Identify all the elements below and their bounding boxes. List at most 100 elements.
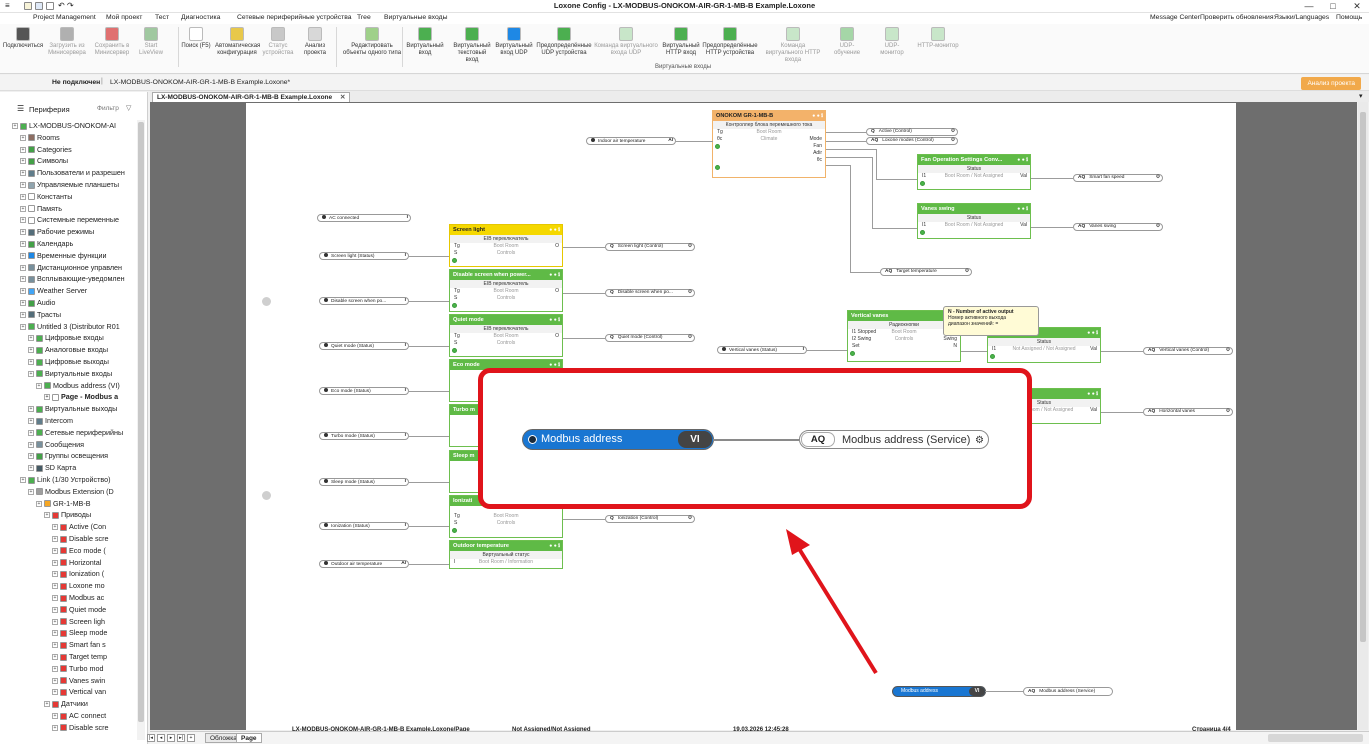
ribbon-button-2[interactable]: Сохранить в Минисервер [91,27,133,57]
block-settings-icon[interactable]: ● ● ℹ [549,317,560,323]
expand-icon[interactable]: + [12,123,18,130]
function-block-fan_block[interactable]: Fan Operation Settings Conv... ● ● ℹ Statu… [917,154,1031,190]
menu-project-management[interactable]: Project Management [33,14,96,21]
expand-icon[interactable]: + [44,512,50,519]
tree-item[interactable]: + Turbo mod [0,663,136,675]
ribbon-button-8[interactable]: Редактировать объекты одного типа [340,27,404,57]
expand-icon[interactable]: + [28,359,34,366]
expand-icon[interactable]: + [28,418,34,425]
function-block-outdoor_block[interactable]: Outdoor temperature ● ● ℹ Виртуальный стат… [449,540,563,569]
tree-item[interactable]: + Временные функции [0,250,136,262]
next-sheet-button[interactable]: ▸ [167,734,175,742]
tree-item[interactable]: + Rooms [0,132,136,144]
expand-icon[interactable]: + [52,559,58,566]
expand-icon[interactable]: + [52,677,58,684]
expand-icon[interactable]: + [20,276,26,283]
function-block-onokom[interactable]: ONOKOM GR-1-MB-B ● ● ℹ Контроллер блока пе… [712,110,826,178]
add-input-icon[interactable] [452,303,457,308]
expand-icon[interactable]: + [36,382,42,389]
tree-item[interactable]: + Loxone mo [0,580,136,592]
expand-icon[interactable]: + [20,288,26,295]
tree-item[interactable]: + Sleep mode [0,627,136,639]
menu-diagnostics[interactable]: Диагностика [181,14,220,21]
expand-icon[interactable]: + [28,453,34,460]
tree-item[interactable]: + Календарь [0,238,136,250]
expand-icon[interactable]: + [20,323,26,330]
expand-icon[interactable]: + [52,724,58,731]
function-block-disable_block[interactable]: Disable screen when power... ● ● ℹ EIB пер… [449,269,563,312]
tree-item[interactable]: + Page - Modbus a [0,391,136,403]
tree-item[interactable]: + Виртуальные выходы [0,403,136,415]
tree-item[interactable]: + Vertical van [0,686,136,698]
ribbon-button-18[interactable]: UDP-монитор [873,27,911,57]
add-input-icon[interactable] [452,348,457,353]
ribbon-button-0[interactable]: Подключиться [2,27,44,50]
ribbon-button-16[interactable]: Команда виртуального HTTP входа [762,27,824,64]
expand-icon[interactable]: + [20,264,26,271]
tree-scroll-thumb[interactable] [138,122,144,722]
add-sheet-button[interactable]: + [187,734,195,742]
tree-item[interactable]: + Untitled 3 (Distributor R01 [0,321,136,333]
expand-icon[interactable]: + [20,170,26,177]
output-object[interactable]: AQ Horizontal vanes ⚙ [1143,408,1233,416]
expand-icon[interactable]: + [44,394,50,401]
add-input-icon[interactable] [452,528,457,533]
expand-icon[interactable]: + [52,642,58,649]
tree-item[interactable]: + Всплывающие-уведомлен [0,273,136,285]
output-object[interactable]: AQ Vertical vanes (Control) ⚙ [1143,347,1233,355]
tree-item[interactable]: + Modbus Extension (D [0,486,136,498]
tree-item[interactable]: + Группы освещения [0,450,136,462]
tree-item[interactable]: + Константы [0,191,136,203]
tree-item[interactable]: + Датчики [0,698,136,710]
expand-icon[interactable]: + [52,595,58,602]
expand-icon[interactable]: + [28,465,34,472]
expand-icon[interactable]: + [20,193,26,200]
tree-item[interactable]: + Modbus address (VI) [0,380,136,392]
last-sheet-button[interactable]: ▸| [177,734,185,742]
expand-icon[interactable]: + [52,630,58,637]
expand-icon[interactable]: + [20,217,26,224]
add-input-icon[interactable] [990,354,995,359]
menu-my-project[interactable]: Мой проект [106,14,142,21]
tree-item[interactable]: + Eco mode ( [0,545,136,557]
expand-icon[interactable]: + [20,205,26,212]
tree-item[interactable]: + SD Карта [0,462,136,474]
tree-item[interactable]: + Управляемые планшеты [0,179,136,191]
ribbon-button-17[interactable]: UDP-обучение [827,27,867,57]
block-settings-icon[interactable]: ● ● ℹ [549,272,560,278]
menu-network-peripherals[interactable]: Сетевые периферийные устройства [237,14,352,21]
prev-sheet-button[interactable]: ◂ [157,734,165,742]
close-button[interactable]: ✕ [1346,0,1368,13]
virtual-input-object[interactable]: Ionization (Status) I [319,522,409,530]
output-object[interactable]: AQ Loxone modes (Control) ⚙ [866,137,958,145]
expand-icon[interactable]: + [20,182,26,189]
function-block-quiet_block[interactable]: Quiet mode ● ● ℹ EIB переключатель Tg Boot R… [449,314,563,357]
expand-icon[interactable]: + [20,241,26,248]
menu-tree[interactable]: Tree [357,14,371,21]
block-settings-icon[interactable]: ● ● ℹ [1087,330,1098,336]
expand-icon[interactable]: + [28,335,34,342]
output-object[interactable]: AQ Smart fan speed ⚙ [1073,174,1163,182]
ribbon-button-15[interactable]: Предопределённые HTTP устройства [702,27,758,57]
virtual-input-object[interactable]: Vertical vanes (Status) I [717,346,807,354]
close-tab-icon[interactable]: ✕ [340,94,345,101]
ribbon-button-5[interactable]: Автоматическая конфигурация [215,27,260,57]
tree-item[interactable]: + Smart fan s [0,639,136,651]
ribbon-button-7[interactable]: Анализ проекта [298,27,332,57]
expand-icon[interactable]: + [20,158,26,165]
expand-icon[interactable]: + [52,524,58,531]
ribbon-button-10[interactable]: Виртуальный текстовый вход [451,27,493,64]
tree-item[interactable]: + Рабочие режимы [0,226,136,238]
output-object[interactable]: Q Active (Control) ⚙ [866,128,958,136]
add-input-icon[interactable] [920,181,925,186]
tree-item[interactable]: + Active (Con [0,521,136,533]
expand-icon[interactable]: + [52,583,58,590]
virtual-input-object[interactable]: Indoor air temperature AI [586,137,676,145]
virtual-input-object[interactable]: Sleep mode (Status) I [319,478,409,486]
expand-icon[interactable]: + [52,618,58,625]
output-object[interactable]: AQ Vanes swing ⚙ [1073,223,1163,231]
expand-icon[interactable]: + [20,134,26,141]
expand-icon[interactable]: + [28,429,34,436]
canvas-scroll-thumb[interactable] [1360,112,1366,642]
output-object[interactable]: Q Disable screen when po... ⚙ [605,289,695,297]
